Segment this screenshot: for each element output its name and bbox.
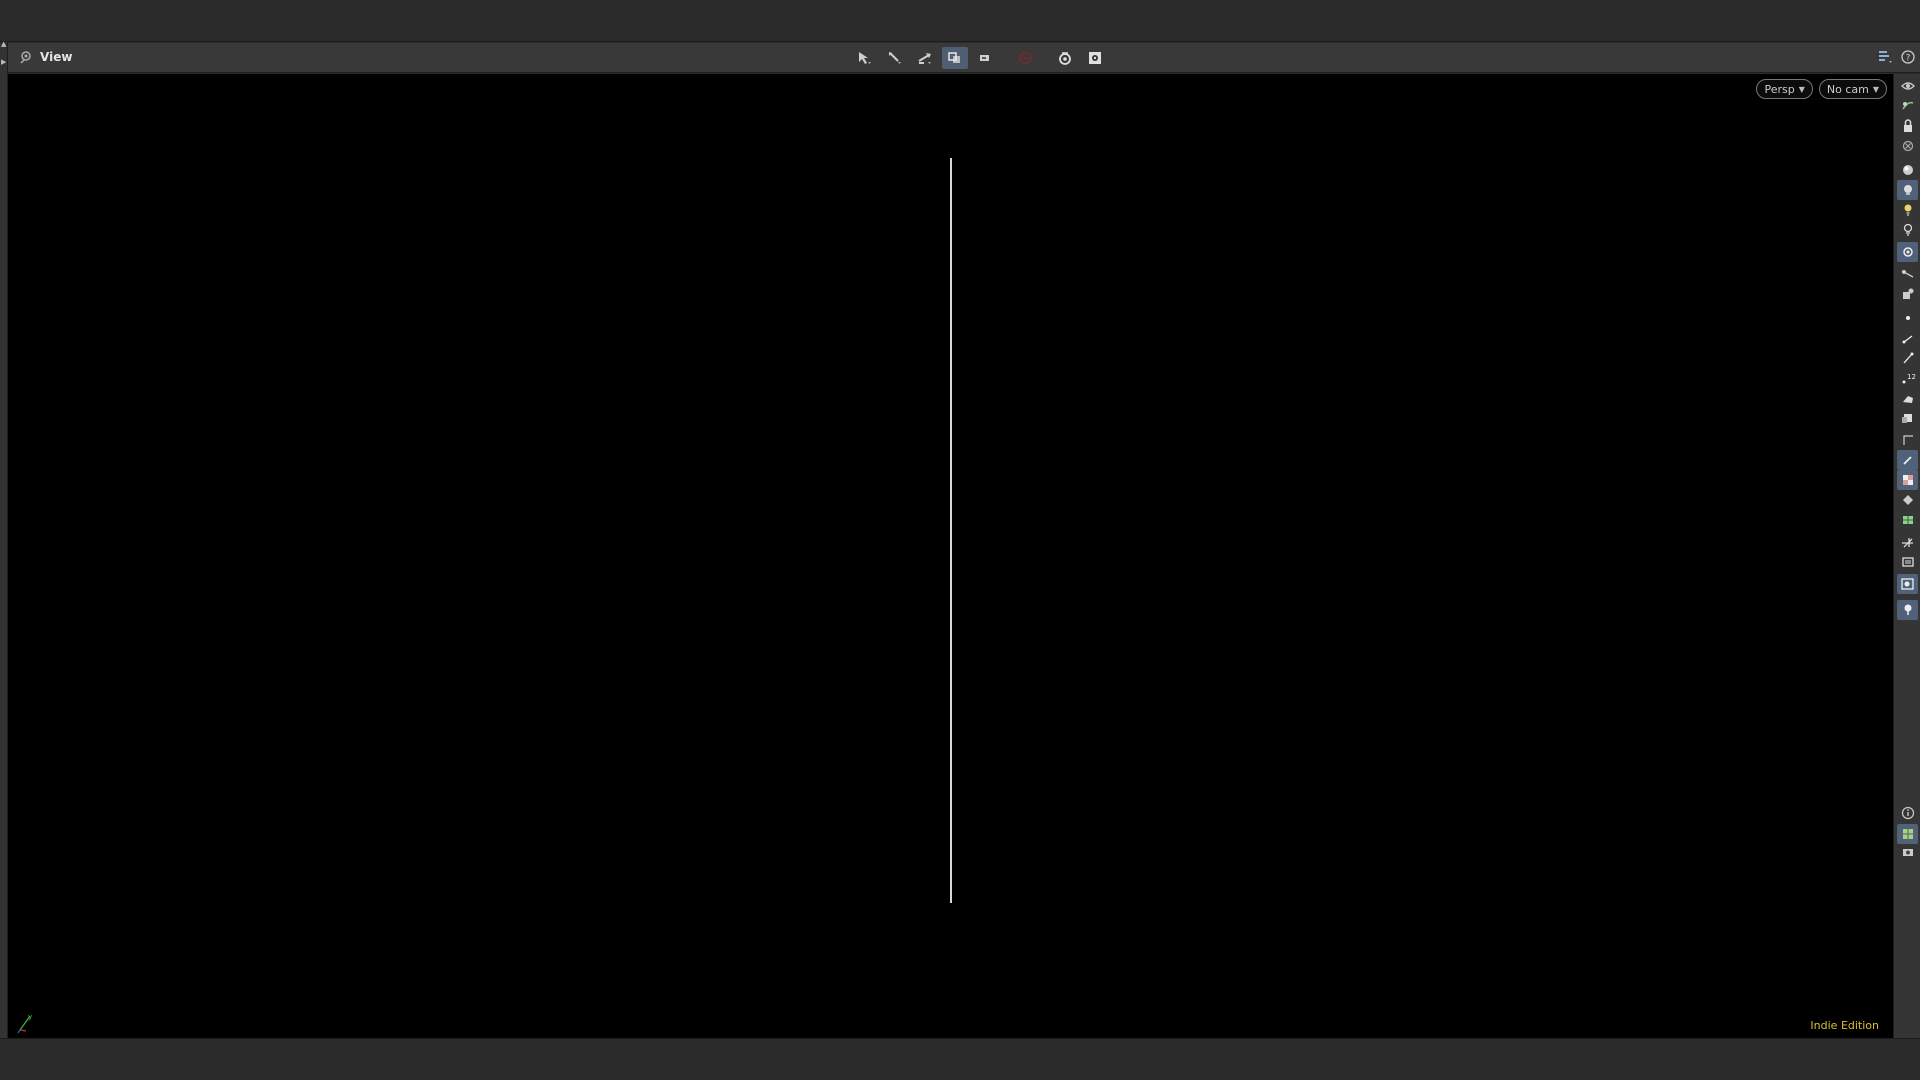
visibility-icon[interactable]: [1897, 76, 1918, 96]
pin-selected-icon[interactable]: [1897, 600, 1918, 620]
chevron-down-icon: ▼: [1798, 84, 1805, 94]
svg-text:?: ?: [1906, 54, 1911, 64]
eye-bottom-icon[interactable]: [1897, 842, 1918, 862]
stop-icon[interactable]: [1012, 47, 1038, 69]
svg-text:y: y: [28, 1013, 32, 1021]
info-icon[interactable]: [1897, 803, 1918, 823]
left-collapse-strip[interactable]: ▲ ▶: [0, 41, 8, 1038]
layer-icon[interactable]: [1897, 552, 1918, 572]
axis-gizmo-icon: y: [17, 1013, 32, 1034]
checker-icon[interactable]: [1897, 470, 1918, 490]
grid-layout-icon[interactable]: [1897, 824, 1918, 844]
tools-icon[interactable]: [1897, 284, 1918, 304]
pane-tab[interactable]: View: [18, 49, 72, 65]
scene-icon[interactable]: [1897, 574, 1918, 594]
object-icon[interactable]: [1897, 388, 1918, 408]
lighting-icon[interactable]: [1897, 96, 1918, 116]
collapse-right-icon[interactable]: ▶: [1, 59, 6, 66]
camera-dropdown[interactable]: No cam ▼: [1818, 79, 1887, 99]
select-mode-icon[interactable]: [852, 47, 878, 69]
cut-icon[interactable]: [1897, 532, 1918, 552]
chevron-down-icon: ▼: [1872, 84, 1879, 94]
secure-selection-icon[interactable]: [882, 47, 908, 69]
number-icon[interactable]: 12: [1897, 368, 1918, 388]
lit-shading-icon[interactable]: [1897, 180, 1918, 200]
edition-label: Indie Edition: [1810, 1019, 1879, 1032]
shading-sphere-icon[interactable]: [1897, 160, 1918, 180]
handle-tool-icon[interactable]: [912, 47, 938, 69]
collapse-up-icon[interactable]: ▲: [1, 41, 6, 48]
scene-view-header: View ?: [8, 43, 1920, 73]
display-options-icon[interactable]: [1082, 47, 1108, 69]
uv-icon[interactable]: [1897, 510, 1918, 530]
light-ball-icon[interactable]: [1897, 220, 1918, 240]
top-menu-bar: [0, 0, 1920, 42]
ghost-display-icon[interactable]: [942, 47, 968, 69]
remove-icon[interactable]: [1897, 136, 1918, 156]
render-camera-icon[interactable]: [1052, 47, 1078, 69]
normal-icon[interactable]: [1897, 348, 1918, 368]
pane-header-right: ?: [1876, 49, 1916, 69]
point-icon[interactable]: [1897, 308, 1918, 328]
display-options-toolbar: 12: [1893, 74, 1920, 1038]
view-eye-icon: [18, 49, 34, 65]
pin-icon[interactable]: [1897, 450, 1918, 470]
lock-icon[interactable]: [1897, 116, 1918, 136]
headlight-icon[interactable]: [1897, 200, 1918, 220]
houdini-window: ▲ ▶ View ? Persp ▼ No cam ▼ y Indie Edit…: [0, 0, 1920, 1080]
bounding-box-icon[interactable]: [1897, 430, 1918, 450]
help-icon[interactable]: ?: [1900, 49, 1916, 69]
3d-viewport[interactable]: Persp ▼ No cam ▼ y Indie Edition: [8, 74, 1893, 1038]
status-bar: [0, 1038, 1920, 1080]
edge-icon[interactable]: [1897, 328, 1918, 348]
curve-geometry: [950, 158, 952, 903]
pane-options-icon[interactable]: [1876, 49, 1894, 69]
flat-icon[interactable]: [1897, 490, 1918, 510]
viewport-toolbar: [852, 47, 1108, 69]
viewport-camera-controls: Persp ▼ No cam ▼: [1756, 79, 1887, 99]
camera-icon[interactable]: [1897, 242, 1918, 262]
camera-label: No cam: [1826, 82, 1869, 96]
snapshot-icon[interactable]: [972, 47, 998, 69]
svg-text:12: 12: [1907, 373, 1916, 381]
view-type-dropdown[interactable]: Persp ▼: [1756, 79, 1813, 99]
group-icon[interactable]: [1897, 408, 1918, 428]
pane-title: View: [40, 50, 73, 64]
view-type-label: Persp: [1764, 82, 1795, 96]
snap-icon[interactable]: [1897, 264, 1918, 284]
